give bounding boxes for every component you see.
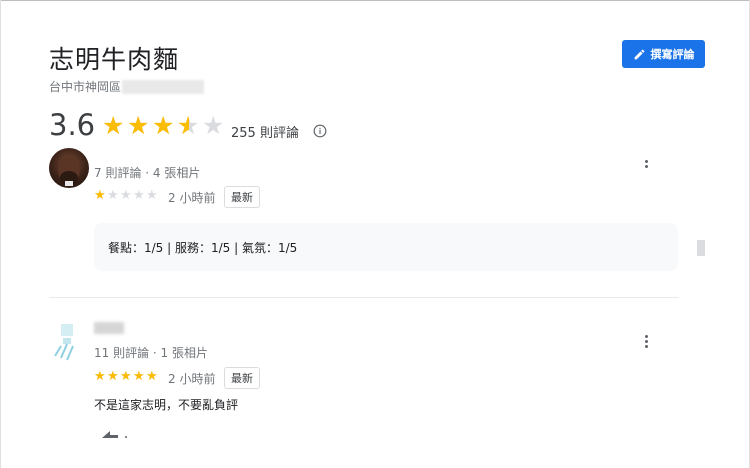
review-detail-ratings: 餐點：1/5 | 服務：1/5 | 氣氛：1/5 — [94, 223, 678, 271]
write-review-button[interactable]: 撰寫評論 — [622, 40, 705, 68]
star-icon: ★★ — [202, 111, 225, 140]
star-icon: ★★ — [120, 369, 132, 384]
write-review-label: 撰寫評論 — [650, 48, 695, 61]
address-redacted — [122, 80, 205, 94]
avatar[interactable] — [49, 148, 89, 188]
star-icon: ★★ — [133, 188, 145, 203]
star-icon: ★★ — [107, 188, 119, 203]
window-left-border — [0, 0, 1, 468]
overall-rating: 3.6 — [49, 108, 96, 142]
star-icon: ★★ — [146, 188, 158, 203]
review-time: 2 小時前 — [168, 372, 216, 386]
review-text: 不是這家志明，不要亂負評 — [94, 398, 239, 412]
window-top-border — [0, 0, 750, 1]
place-title: 志明牛肉麵 — [49, 45, 180, 74]
reviewer-name-redacted[interactable] — [94, 322, 124, 334]
star-icon: ★★ — [94, 188, 106, 203]
star-icon: ★★ — [127, 111, 150, 140]
avatar[interactable] — [49, 322, 89, 362]
review-menu-icon[interactable] — [643, 160, 649, 168]
star-icon: ★★ — [107, 369, 119, 384]
star-icon: ★★ — [133, 369, 145, 384]
new-badge: 最新 — [224, 186, 260, 208]
share-icon[interactable] — [100, 424, 130, 443]
star-icon: ★★ — [120, 188, 132, 203]
place-address: 台中市神岡區 — [49, 78, 205, 95]
avatar-photo-icon — [54, 324, 74, 361]
info-icon[interactable] — [313, 123, 327, 142]
pencil-icon — [633, 48, 646, 61]
star-icon: ★★ — [152, 111, 175, 140]
review-time: 2 小時前 — [168, 191, 216, 205]
star-icon: ★★ — [146, 369, 158, 384]
address-text: 台中市神岡區 — [49, 80, 122, 94]
review-divider — [49, 297, 679, 298]
review-star-rating: ★★★★★★★★★★ — [94, 189, 159, 202]
review-menu-icon[interactable] — [643, 335, 649, 348]
review-star-rating: ★★★★★★★★★★ — [94, 370, 159, 383]
reviewer-stats: 7 則評論 · 4 張相片 — [94, 166, 201, 180]
reviewer-stats: 11 則評論 · 1 張相片 — [94, 346, 208, 360]
scrollbar-thumb[interactable] — [697, 240, 705, 256]
total-review-count[interactable]: 255 則評論 — [231, 122, 299, 141]
avatar-photo-icon — [58, 157, 80, 186]
star-icon: ★★ — [102, 111, 125, 140]
star-icon: ★★ — [177, 111, 200, 140]
new-badge: 最新 — [224, 367, 260, 389]
star-icon: ★★ — [94, 369, 106, 384]
overall-star-rating: ★★★★★★★★★★ — [102, 113, 226, 138]
